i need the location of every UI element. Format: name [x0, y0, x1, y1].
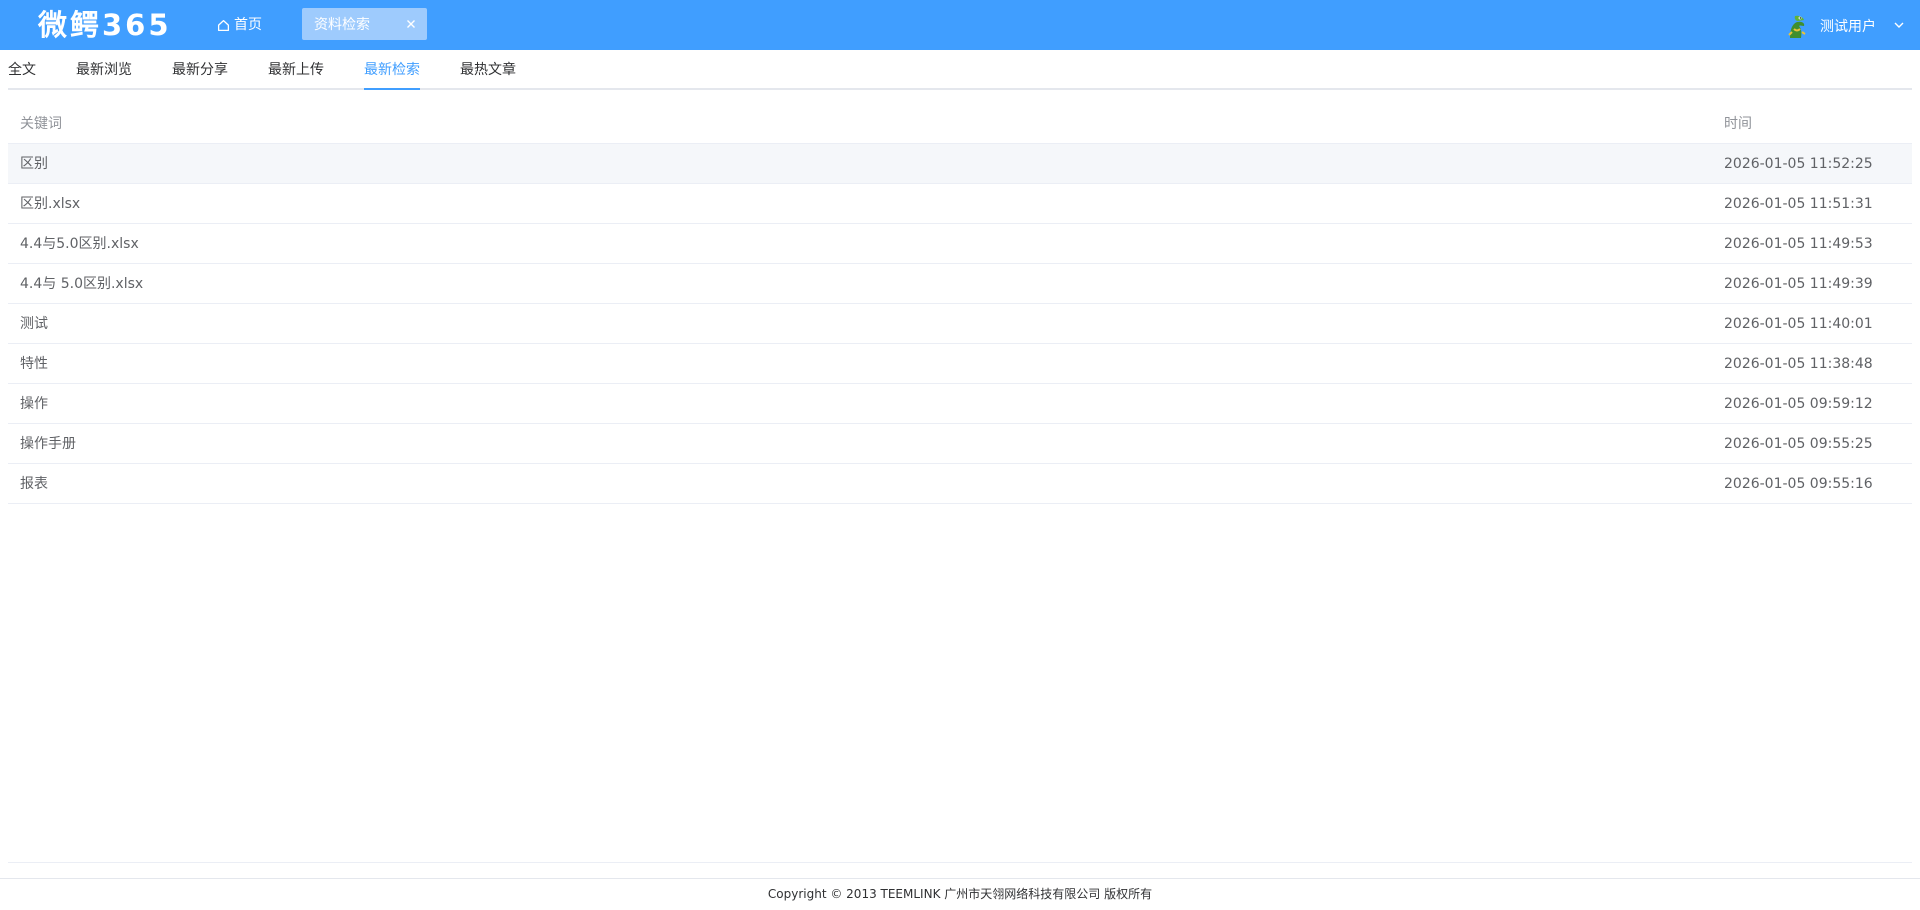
keyword-cell: 报表	[20, 476, 48, 492]
chevron-down-icon	[1894, 22, 1904, 28]
table-row[interactable]: 测试 2026-01-05 11:40:01	[8, 304, 1912, 344]
active-tab-indicator	[364, 88, 420, 90]
time-cell: 2026-01-05 11:40:01	[1724, 316, 1873, 332]
tab-recent-browse[interactable]: 最新浏览	[76, 50, 132, 90]
keyword-cell: 测试	[20, 316, 48, 332]
keyword-cell: 区别	[20, 156, 48, 172]
home-icon	[217, 19, 230, 31]
time-cell: 2026-01-05 11:38:48	[1724, 356, 1873, 372]
page-tab-label: 资料检索	[314, 17, 370, 33]
time-cell: 2026-01-05 09:55:25	[1724, 436, 1873, 452]
top-bar: 微鳄365 首页 资料检索 测试用户	[0, 0, 1920, 50]
table-row[interactable]: 区别.xlsx 2026-01-05 11:51:31	[8, 184, 1912, 224]
tab-hot-articles[interactable]: 最热文章	[460, 50, 516, 90]
column-header-keyword: 关键词	[20, 116, 62, 132]
home-link-label: 首页	[234, 17, 262, 33]
close-icon[interactable]	[403, 16, 419, 32]
time-cell: 2026-01-05 11:52:25	[1724, 156, 1873, 172]
table-row[interactable]: 操作手册 2026-01-05 09:55:25	[8, 424, 1912, 464]
tab-fulltext[interactable]: 全文	[8, 50, 36, 90]
page-tab-active[interactable]: 资料检索	[302, 8, 427, 40]
tab-recent-upload[interactable]: 最新上传	[268, 50, 324, 90]
app-logo[interactable]: 微鳄365	[38, 7, 172, 43]
keyword-cell: 区别.xlsx	[20, 196, 81, 212]
keyword-cell: 4.4与5.0区别.xlsx	[20, 236, 139, 252]
time-cell: 2026-01-05 11:49:53	[1724, 236, 1873, 252]
table-row[interactable]: 区别 2026-01-05 11:52:25	[8, 144, 1912, 184]
copyright-text: Copyright © 2013 TEEMLINK 广州市天翎网络科技有限公司 …	[767, 887, 1153, 901]
user-name: 测试用户	[1820, 19, 1876, 35]
tab-recent-share[interactable]: 最新分享	[172, 50, 228, 90]
table-row[interactable]: 特性 2026-01-05 11:38:48	[8, 344, 1912, 384]
time-cell: 2026-01-05 11:51:31	[1724, 196, 1873, 212]
tab-recent-search[interactable]: 最新检索	[364, 50, 420, 90]
table-row[interactable]: 报表 2026-01-05 09:55:16	[8, 464, 1912, 504]
subnav-tabs: 全文 最新浏览 最新分享 最新上传 最新检索 最热文章	[8, 50, 1912, 90]
time-cell: 2026-01-05 11:49:39	[1724, 276, 1873, 292]
home-link[interactable]: 首页	[217, 15, 262, 35]
keyword-cell: 操作	[20, 396, 48, 412]
keyword-cell: 特性	[20, 356, 48, 372]
search-history-table: 关键词 时间 区别 2026-01-05 11:52:25 区别.xlsx 20…	[8, 104, 1912, 504]
column-header-time: 时间	[1724, 116, 1752, 132]
time-cell: 2026-01-05 09:55:16	[1724, 476, 1873, 492]
table-header: 关键词 时间	[8, 104, 1912, 144]
user-menu[interactable]: 测试用户	[1770, 0, 1920, 50]
table-row[interactable]: 4.4与 5.0区别.xlsx 2026-01-05 11:49:39	[8, 264, 1912, 304]
footer: Copyright © 2013 TEEMLINK 广州市天翎网络科技有限公司 …	[0, 878, 1920, 910]
crocodile-avatar-icon	[1783, 13, 1811, 41]
keyword-cell: 4.4与 5.0区别.xlsx	[20, 276, 144, 292]
content-bottom-divider	[8, 862, 1912, 863]
keyword-cell: 操作手册	[20, 436, 76, 452]
table-row[interactable]: 4.4与5.0区别.xlsx 2026-01-05 11:49:53	[8, 224, 1912, 264]
table-row[interactable]: 操作 2026-01-05 09:59:12	[8, 384, 1912, 424]
time-cell: 2026-01-05 09:59:12	[1724, 396, 1873, 412]
